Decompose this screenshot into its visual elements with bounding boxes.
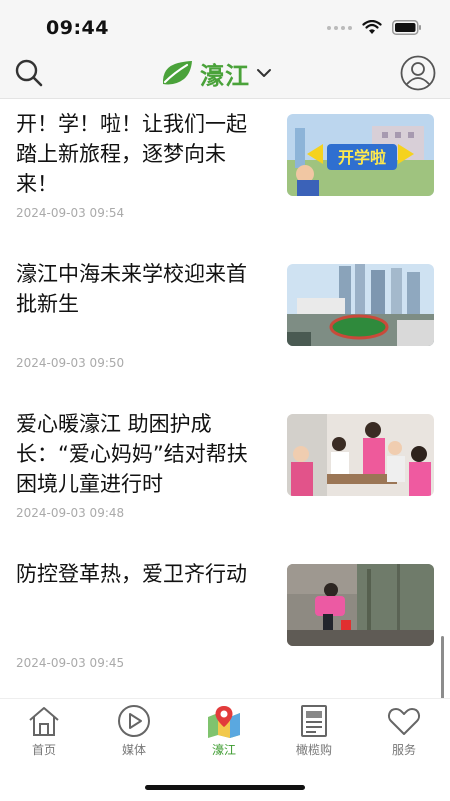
tab-services[interactable]: 服务 [369, 703, 439, 758]
news-date: 2024-09-03 09:54 [16, 206, 125, 220]
brand-name: 濠江 [200, 61, 250, 90]
news-item[interactable]: 开！学！啦！让我们一起踏上新旅程，逐梦向未来！ 2024-09-03 09:54… [0, 99, 450, 249]
tab-label: 橄榄购 [295, 743, 332, 757]
status-icons [327, 20, 422, 35]
tab-label: 媒体 [121, 743, 146, 757]
news-list[interactable]: 开！学！啦！让我们一起踏上新旅程，逐梦向未来！ 2024-09-03 09:54… [0, 99, 450, 689]
tab-label: 服务 [391, 743, 416, 757]
news-thumbnail [287, 264, 434, 346]
map-pin-icon [208, 706, 240, 738]
news-date: 2024-09-03 09:50 [16, 356, 125, 370]
news-date: 2024-09-03 09:48 [16, 506, 125, 520]
news-title: 爱心暖濠江 助困护成长：“爱心妈妈”结对帮扶困境儿童进行时 [16, 412, 248, 496]
wifi-icon [362, 20, 382, 34]
scrollbar[interactable] [441, 636, 444, 700]
status-time: 09:44 [46, 17, 109, 39]
status-bar: 09:44 [0, 0, 450, 48]
news-title: 濠江中海未来学校迎来首批新生 [16, 262, 247, 316]
leaf-logo-icon [162, 61, 192, 85]
newspaper-icon [301, 705, 327, 737]
news-title: 开！学！啦！让我们一起踏上新旅程，逐梦向未来！ [16, 112, 247, 196]
news-item[interactable]: 防控登革热，爱卫齐行动 2024-09-03 09:45 [0, 549, 450, 689]
news-date: 2024-09-03 09:45 [16, 656, 125, 670]
tab-home[interactable]: 首页 [9, 703, 79, 758]
signal-icon [327, 25, 352, 30]
news-item[interactable]: 濠江中海未来学校迎来首批新生 2024-09-03 09:50 [0, 249, 450, 399]
user-profile-icon[interactable] [400, 55, 436, 91]
tab-olive-shop[interactable]: 橄榄购 [279, 703, 349, 758]
region-selector[interactable]: 濠江 [160, 56, 272, 90]
tab-label: 首页 [31, 743, 56, 757]
home-icon [29, 707, 59, 736]
home-indicator [145, 785, 305, 790]
thumbnail-caption: 开学啦 [338, 148, 386, 167]
app-header: 濠江 [0, 48, 450, 99]
tab-label: 濠江 [211, 743, 236, 757]
chevron-down-icon [257, 69, 271, 77]
tab-media[interactable]: 媒体 [99, 703, 169, 758]
heart-icon [387, 708, 421, 735]
news-item[interactable]: 爱心暖濠江 助困护成长：“爱心妈妈”结对帮扶困境儿童进行时 2024-09-03… [0, 399, 450, 549]
news-thumbnail [287, 564, 434, 646]
news-thumbnail: 开学啦 [287, 114, 434, 196]
play-icon [118, 705, 150, 737]
news-thumbnail [287, 414, 434, 496]
tab-haojiang[interactable]: 濠江 [189, 703, 259, 758]
news-title: 防控登革热，爱卫齐行动 [16, 562, 247, 586]
search-icon[interactable] [14, 58, 44, 88]
battery-icon [392, 20, 421, 35]
